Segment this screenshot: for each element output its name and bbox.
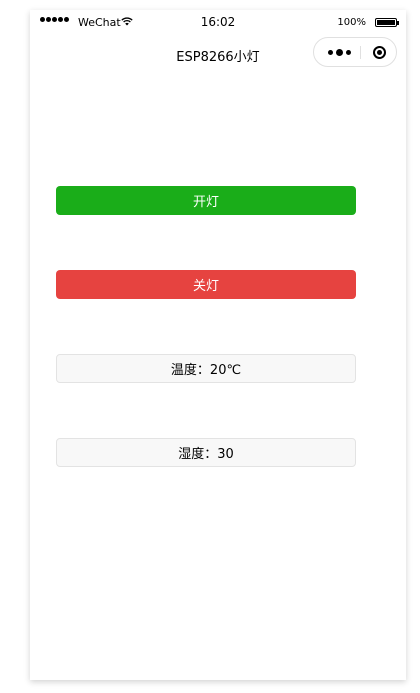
close-target-icon[interactable]: [364, 38, 394, 66]
mini-program-capsule: [313, 37, 397, 67]
battery-icon: [375, 18, 399, 27]
battery-percent: 100%: [337, 17, 366, 28]
capsule-divider: [360, 46, 361, 59]
navigation-bar: ESP8266小灯: [30, 36, 406, 72]
more-dots-icon[interactable]: [322, 38, 356, 66]
humidity-button[interactable]: 湿度：30: [56, 438, 356, 467]
phone-frame: WeChat 16:02 100% ESP8266小灯 开灯 关灯 温度：20℃…: [30, 10, 406, 680]
turn-off-button[interactable]: 关灯: [56, 270, 356, 299]
status-bar: WeChat 16:02 100%: [30, 10, 406, 36]
temperature-button[interactable]: 温度：20℃: [56, 354, 356, 383]
turn-on-button[interactable]: 开灯: [56, 186, 356, 215]
